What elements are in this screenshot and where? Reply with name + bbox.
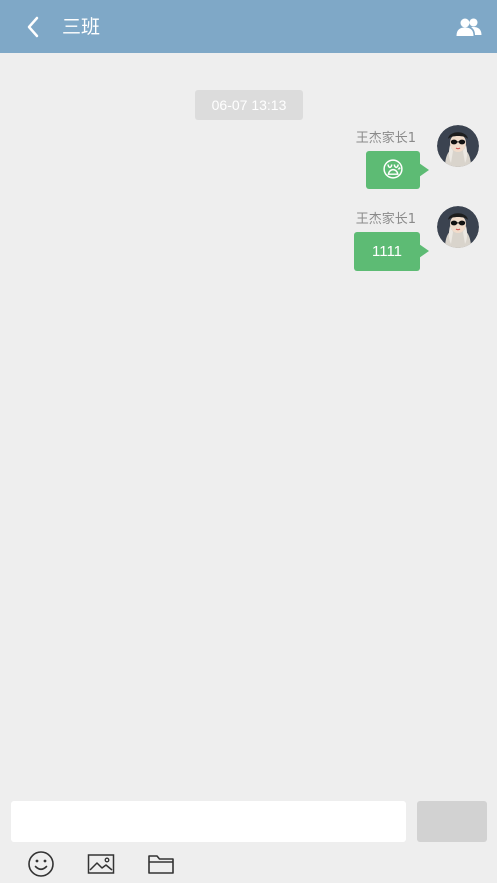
input-bar xyxy=(0,793,497,883)
avatar[interactable] xyxy=(437,125,479,167)
image-button[interactable] xyxy=(86,850,116,878)
group-members-button[interactable] xyxy=(455,13,483,41)
group-icon xyxy=(456,18,482,36)
avatar-image xyxy=(437,125,479,167)
message-text: 1111 xyxy=(371,243,403,260)
timestamp-badge: 06-07 13:13 xyxy=(195,90,303,120)
file-button[interactable] xyxy=(146,850,176,878)
send-button[interactable] xyxy=(417,801,487,842)
page-title: 三班 xyxy=(62,16,101,38)
back-button[interactable] xyxy=(18,12,48,42)
image-icon xyxy=(87,854,115,874)
emoji-content: 😪 xyxy=(381,157,405,182)
smiley-icon xyxy=(28,851,54,877)
folder-icon xyxy=(148,855,174,874)
message-bubble[interactable]: 1111 xyxy=(354,232,429,271)
avatar[interactable] xyxy=(437,206,479,248)
message-input[interactable] xyxy=(11,801,406,842)
emoji-button[interactable] xyxy=(26,850,56,878)
header-bar: 三班 xyxy=(0,0,497,53)
sender-name: 王杰家长1 xyxy=(355,131,416,146)
avatar-image xyxy=(437,206,479,248)
chevron-left-icon xyxy=(27,16,39,38)
message-bubble[interactable]: 😪 xyxy=(366,151,429,189)
message-list[interactable]: 06-07 13:13 王杰家长1 😪 王杰家长1 1111 xyxy=(0,53,497,793)
sender-name: 王杰家长1 xyxy=(355,212,416,227)
chat-screen: 三班 06-07 13:13 王杰家长1 😪 王杰家长1 1111 xyxy=(0,0,497,883)
